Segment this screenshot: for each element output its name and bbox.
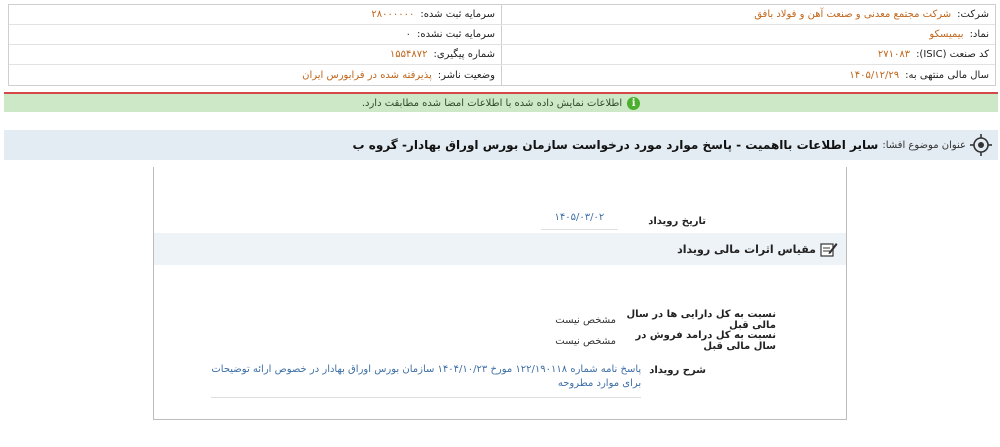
event-panel: تاریخ رویداد ۱۴۰۵/۰۳/۰۲ مقیاس اثرات مالی…: [153, 167, 847, 420]
event-description-row: شرح رویداد پاسخ نامه شماره ۱۲۲/۱۹۰۱۱۸ مو…: [211, 363, 706, 398]
edit-icon: [820, 243, 838, 257]
metric-assets-label: نسبت به کل دارایی ها در سال مالی قبل: [626, 309, 776, 331]
tracking-value: ۱۵۵۴۸۷۲: [389, 49, 428, 60]
metric-assets-row: نسبت به کل دارایی ها در سال مالی قبل مشخ…: [555, 309, 776, 331]
metric-revenue-label: نسبت به کل درامد فروش در سال مالی قبل: [635, 330, 776, 352]
event-description-label: شرح رویداد: [649, 365, 706, 376]
fiscal-year-cell: سال مالی منتهی به: ۱۴۰۵/۱۲/۲۹: [501, 65, 995, 85]
company-label: شرکت:: [957, 9, 989, 20]
registered-capital-value: ۲۸۰۰۰۰۰۰: [371, 9, 415, 20]
symbol-value[interactable]: بیمیسکو: [929, 29, 963, 40]
company-cell: شرکت: شرکت مجتمع معدنی و صنعت آهن و فولا…: [501, 5, 995, 24]
info-row-fiscal: سال مالی منتهی به: ۱۴۰۵/۱۲/۲۹ وضعیت ناشر…: [9, 65, 995, 85]
isic-value: ۲۷۱۰۸۳: [877, 49, 911, 60]
subject-title: سایر اطلاعات بااهمیت - پاسخ موارد مورد د…: [352, 138, 879, 152]
company-info-table: شرکت: شرکت مجتمع معدنی و صنعت آهن و فولا…: [8, 4, 996, 86]
event-date-value: ۱۴۰۵/۰۳/۰۲: [540, 212, 619, 230]
publisher-status-cell: وضعیت ناشر: پذیرفته شده در فرابورس ایران: [9, 65, 501, 85]
isic-label: کد صنعت (ISIC):: [916, 49, 989, 60]
unregistered-capital-value: ۰: [405, 29, 412, 40]
symbol-cell: نماد: بیمیسکو: [501, 25, 995, 44]
registered-capital-cell: سرمایه ثبت شده: ۲۸۰۰۰۰۰۰: [9, 5, 501, 24]
info-row-company: شرکت: شرکت مجتمع معدنی و صنعت آهن و فولا…: [9, 5, 995, 25]
subject-bar: عنوان موضوع افشا: سایر اطلاعات بااهمیت -…: [4, 130, 998, 160]
unregistered-capital-label: سرمایه ثبت نشده:: [417, 29, 495, 40]
fiscal-year-label: سال مالی منتهی به:: [905, 69, 989, 81]
publisher-status-value: پذیرفته شده در فرابورس ایران: [302, 69, 432, 81]
isic-cell: کد صنعت (ISIC): ۲۷۱۰۸۳: [501, 45, 995, 64]
fiscal-year-value: ۱۴۰۵/۱۲/۲۹: [849, 69, 900, 81]
metric-revenue-row: نسبت به کل درامد فروش در سال مالی قبل مش…: [555, 330, 776, 352]
event-date-label: تاریخ رویداد: [648, 215, 706, 227]
target-icon: [970, 134, 992, 156]
unregistered-capital-cell: سرمایه ثبت نشده: ۰: [9, 25, 501, 44]
symbol-label: نماد:: [969, 29, 989, 40]
metric-assets-value: مشخص نیست: [555, 314, 616, 326]
registered-capital-label: سرمایه ثبت شده:: [420, 9, 495, 20]
verification-notice: i اطلاعات نمایش داده شده با اطلاعات امضا…: [4, 92, 998, 112]
publisher-status-label: وضعیت ناشر:: [437, 69, 495, 81]
event-description-value: پاسخ نامه شماره ۱۲۲/۱۹۰۱۱۸ مورخ ۱۴۰۴/۱۰/…: [211, 363, 642, 398]
metric-revenue-value: مشخص نیست: [555, 335, 616, 347]
info-icon: i: [627, 96, 641, 110]
info-row-isic: کد صنعت (ISIC): ۲۷۱۰۸۳ شماره پیگیری: ۱۵۵…: [9, 45, 995, 65]
subject-label: عنوان موضوع افشا:: [882, 139, 966, 151]
financial-effects-section: مقیاس اثرات مالی رویداد: [154, 233, 846, 265]
event-date-row: تاریخ رویداد ۱۴۰۵/۰۳/۰۲: [540, 212, 706, 230]
tracking-label: شماره پیگیری:: [433, 49, 495, 60]
info-row-symbol: نماد: بیمیسکو سرمایه ثبت نشده: ۰: [9, 25, 995, 45]
notice-text: اطلاعات نمایش داده شده با اطلاعات امضا ش…: [361, 97, 623, 109]
company-value[interactable]: شرکت مجتمع معدنی و صنعت آهن و فولاد بافق: [754, 9, 951, 20]
tracking-cell: شماره پیگیری: ۱۵۵۴۸۷۲: [9, 45, 501, 64]
section-title: مقیاس اثرات مالی رویداد: [677, 242, 816, 256]
